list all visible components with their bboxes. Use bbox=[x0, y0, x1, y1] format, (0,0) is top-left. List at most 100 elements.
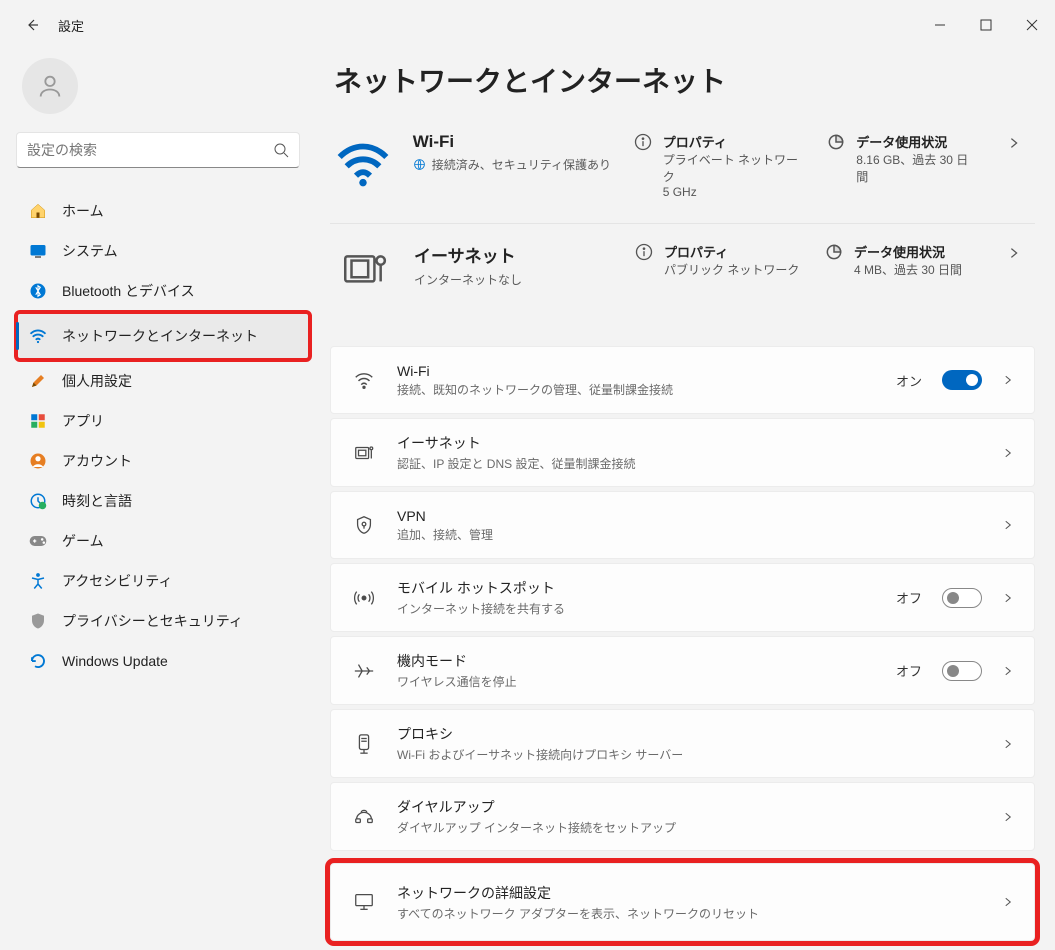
sidebar-item-label: ゲーム bbox=[62, 531, 104, 551]
chevron-right-icon[interactable] bbox=[997, 242, 1031, 264]
update-icon bbox=[28, 652, 48, 670]
setting-airplane[interactable]: 機内モードワイヤレス通信を停止 オフ bbox=[330, 636, 1035, 705]
chart-icon bbox=[826, 132, 846, 152]
row-title: モバイル ホットスポット bbox=[397, 578, 565, 598]
setting-proxy[interactable]: プロキシ Wi-Fi およびイーサネット接続向けプロキシ サーバー bbox=[330, 709, 1035, 778]
row-desc: ダイヤルアップ インターネット接続をセットアップ bbox=[397, 819, 676, 836]
wifi-data-usage-link[interactable]: データ使用状況 8.16 GB、過去 30 日間 bbox=[826, 132, 977, 185]
row-desc: すべてのネットワーク アダプターを表示、ネットワークのリセット bbox=[397, 905, 759, 922]
chevron-right-icon bbox=[1002, 896, 1014, 908]
setting-ethernet[interactable]: イーサネット認証、IP 設定と DNS 設定、従量制課金接続 bbox=[330, 418, 1035, 487]
sidebar-item-windows-update[interactable]: Windows Update bbox=[16, 642, 310, 680]
prop-label: プロパティ bbox=[664, 242, 799, 261]
hotspot-toggle[interactable] bbox=[942, 588, 982, 608]
sidebar-item-time-language[interactable]: 時刻と言語 bbox=[16, 482, 310, 520]
wifi-status-row: Wi-Fi 接続済み、セキュリティ保護あり プロパティ プライベート ネットワー… bbox=[330, 126, 1035, 224]
back-button[interactable] bbox=[16, 9, 48, 41]
eth-properties-link[interactable]: プロパティ パブリック ネットワーク bbox=[634, 242, 804, 278]
apps-icon bbox=[28, 412, 48, 430]
sidebar-item-label: アカウント bbox=[62, 451, 132, 471]
sidebar-item-system[interactable]: システム bbox=[16, 232, 310, 270]
chevron-right-icon bbox=[1002, 374, 1014, 386]
eth-substatus: インターネットなし bbox=[414, 271, 522, 288]
wifi-state-label: オン bbox=[896, 371, 922, 390]
prop-sub2: 5 GHz bbox=[663, 185, 807, 199]
accessibility-icon bbox=[28, 572, 48, 590]
usage-sub: 8.16 GB、過去 30 日間 bbox=[856, 151, 977, 185]
search-field[interactable] bbox=[27, 142, 273, 158]
search-input[interactable] bbox=[16, 132, 300, 168]
eth-data-usage-link[interactable]: データ使用状況 4 MB、過去 30 日間 bbox=[824, 242, 964, 278]
row-title: ネットワークの詳細設定 bbox=[397, 883, 759, 903]
account-icon bbox=[28, 452, 48, 470]
window-title: 設定 bbox=[58, 16, 84, 35]
sidebar-nav: ホーム システム Bluetooth とデバイス ネットワークとインターネット … bbox=[16, 192, 310, 680]
chevron-right-icon[interactable] bbox=[997, 132, 1031, 154]
ethernet-status-row: イーサネット インターネットなし プロパティ パブリック ネットワーク データ使… bbox=[330, 224, 1035, 320]
hotspot-icon bbox=[351, 587, 377, 609]
sidebar-item-label: 時刻と言語 bbox=[62, 491, 132, 511]
row-title: ダイヤルアップ bbox=[397, 797, 676, 817]
setting-vpn[interactable]: VPN追加、接続、管理 bbox=[330, 491, 1035, 559]
titlebar: 設定 bbox=[0, 0, 1055, 50]
chevron-right-icon bbox=[1002, 519, 1014, 531]
sidebar-item-personalization[interactable]: 個人用設定 bbox=[16, 362, 310, 400]
chevron-right-icon bbox=[1002, 447, 1014, 459]
sidebar-item-accounts[interactable]: アカウント bbox=[16, 442, 310, 480]
monitor-icon bbox=[351, 891, 377, 913]
row-title: Wi-Fi bbox=[397, 363, 673, 379]
page-title: ネットワークとインターネット bbox=[334, 60, 1035, 100]
setting-advanced-network[interactable]: ネットワークの詳細設定すべてのネットワーク アダプターを表示、ネットワークのリセ… bbox=[330, 863, 1035, 941]
wifi-icon bbox=[28, 327, 48, 345]
shield-icon bbox=[28, 612, 48, 630]
globe-icon bbox=[413, 158, 426, 171]
eth-name: イーサネット bbox=[414, 242, 614, 267]
chevron-right-icon bbox=[1002, 811, 1014, 823]
minimize-button[interactable] bbox=[917, 7, 963, 43]
sidebar-item-label: 個人用設定 bbox=[62, 371, 132, 391]
row-title: 機内モード bbox=[397, 651, 517, 671]
vpn-icon bbox=[351, 514, 377, 536]
airplane-toggle[interactable] bbox=[942, 661, 982, 681]
row-desc: 接続、既知のネットワークの管理、従量制課金接続 bbox=[397, 381, 673, 398]
dialup-icon bbox=[351, 806, 377, 828]
sidebar-item-bluetooth[interactable]: Bluetooth とデバイス bbox=[16, 272, 310, 310]
setting-wifi[interactable]: Wi-Fi 接続、既知のネットワークの管理、従量制課金接続 オン bbox=[330, 346, 1035, 414]
home-icon bbox=[28, 202, 48, 220]
close-button[interactable] bbox=[1009, 7, 1055, 43]
setting-dialup[interactable]: ダイヤルアップダイヤルアップ インターネット接続をセットアップ bbox=[330, 782, 1035, 851]
wifi-toggle[interactable] bbox=[942, 370, 982, 390]
chevron-right-icon bbox=[1002, 592, 1014, 604]
sidebar-item-gaming[interactable]: ゲーム bbox=[16, 522, 310, 560]
sidebar-item-accessibility[interactable]: アクセシビリティ bbox=[16, 562, 310, 600]
row-desc: Wi-Fi およびイーサネット接続向けプロキシ サーバー bbox=[397, 746, 683, 763]
wifi-properties-link[interactable]: プロパティ プライベート ネットワーク 5 GHz bbox=[633, 132, 807, 199]
maximize-button[interactable] bbox=[963, 7, 1009, 43]
avatar[interactable] bbox=[22, 58, 78, 114]
row-desc: インターネット接続を共有する bbox=[397, 600, 565, 617]
row-title: VPN bbox=[397, 508, 493, 524]
chevron-right-icon bbox=[1002, 738, 1014, 750]
sidebar-item-label: ネットワークとインターネット bbox=[62, 326, 258, 346]
sidebar-item-label: Bluetooth とデバイス bbox=[62, 281, 195, 301]
usage-label: データ使用状況 bbox=[856, 132, 977, 151]
bluetooth-icon bbox=[28, 282, 48, 300]
wifi-substatus: 接続済み、セキュリティ保護あり bbox=[432, 156, 611, 173]
sidebar-item-label: プライバシーとセキュリティ bbox=[62, 611, 243, 631]
gaming-icon bbox=[28, 534, 48, 548]
sidebar-item-label: ホーム bbox=[62, 201, 104, 221]
hotspot-state-label: オフ bbox=[896, 588, 922, 607]
sidebar-item-label: アプリ bbox=[62, 411, 104, 431]
setting-hotspot[interactable]: モバイル ホットスポットインターネット接続を共有する オフ bbox=[330, 563, 1035, 632]
settings-list: Wi-Fi 接続、既知のネットワークの管理、従量制課金接続 オン イーサネット認証… bbox=[330, 346, 1035, 941]
wifi-name: Wi-Fi bbox=[413, 132, 613, 152]
row-title: プロキシ bbox=[397, 724, 683, 744]
sidebar-item-network[interactable]: ネットワークとインターネット bbox=[16, 312, 310, 360]
sidebar-item-privacy[interactable]: プライバシーとセキュリティ bbox=[16, 602, 310, 640]
sidebar-item-apps[interactable]: アプリ bbox=[16, 402, 310, 440]
sidebar-item-home[interactable]: ホーム bbox=[16, 192, 310, 230]
wifi-icon bbox=[351, 369, 377, 391]
paint-icon bbox=[28, 372, 48, 390]
system-icon bbox=[28, 243, 48, 259]
usage-sub: 4 MB、過去 30 日間 bbox=[854, 261, 962, 278]
